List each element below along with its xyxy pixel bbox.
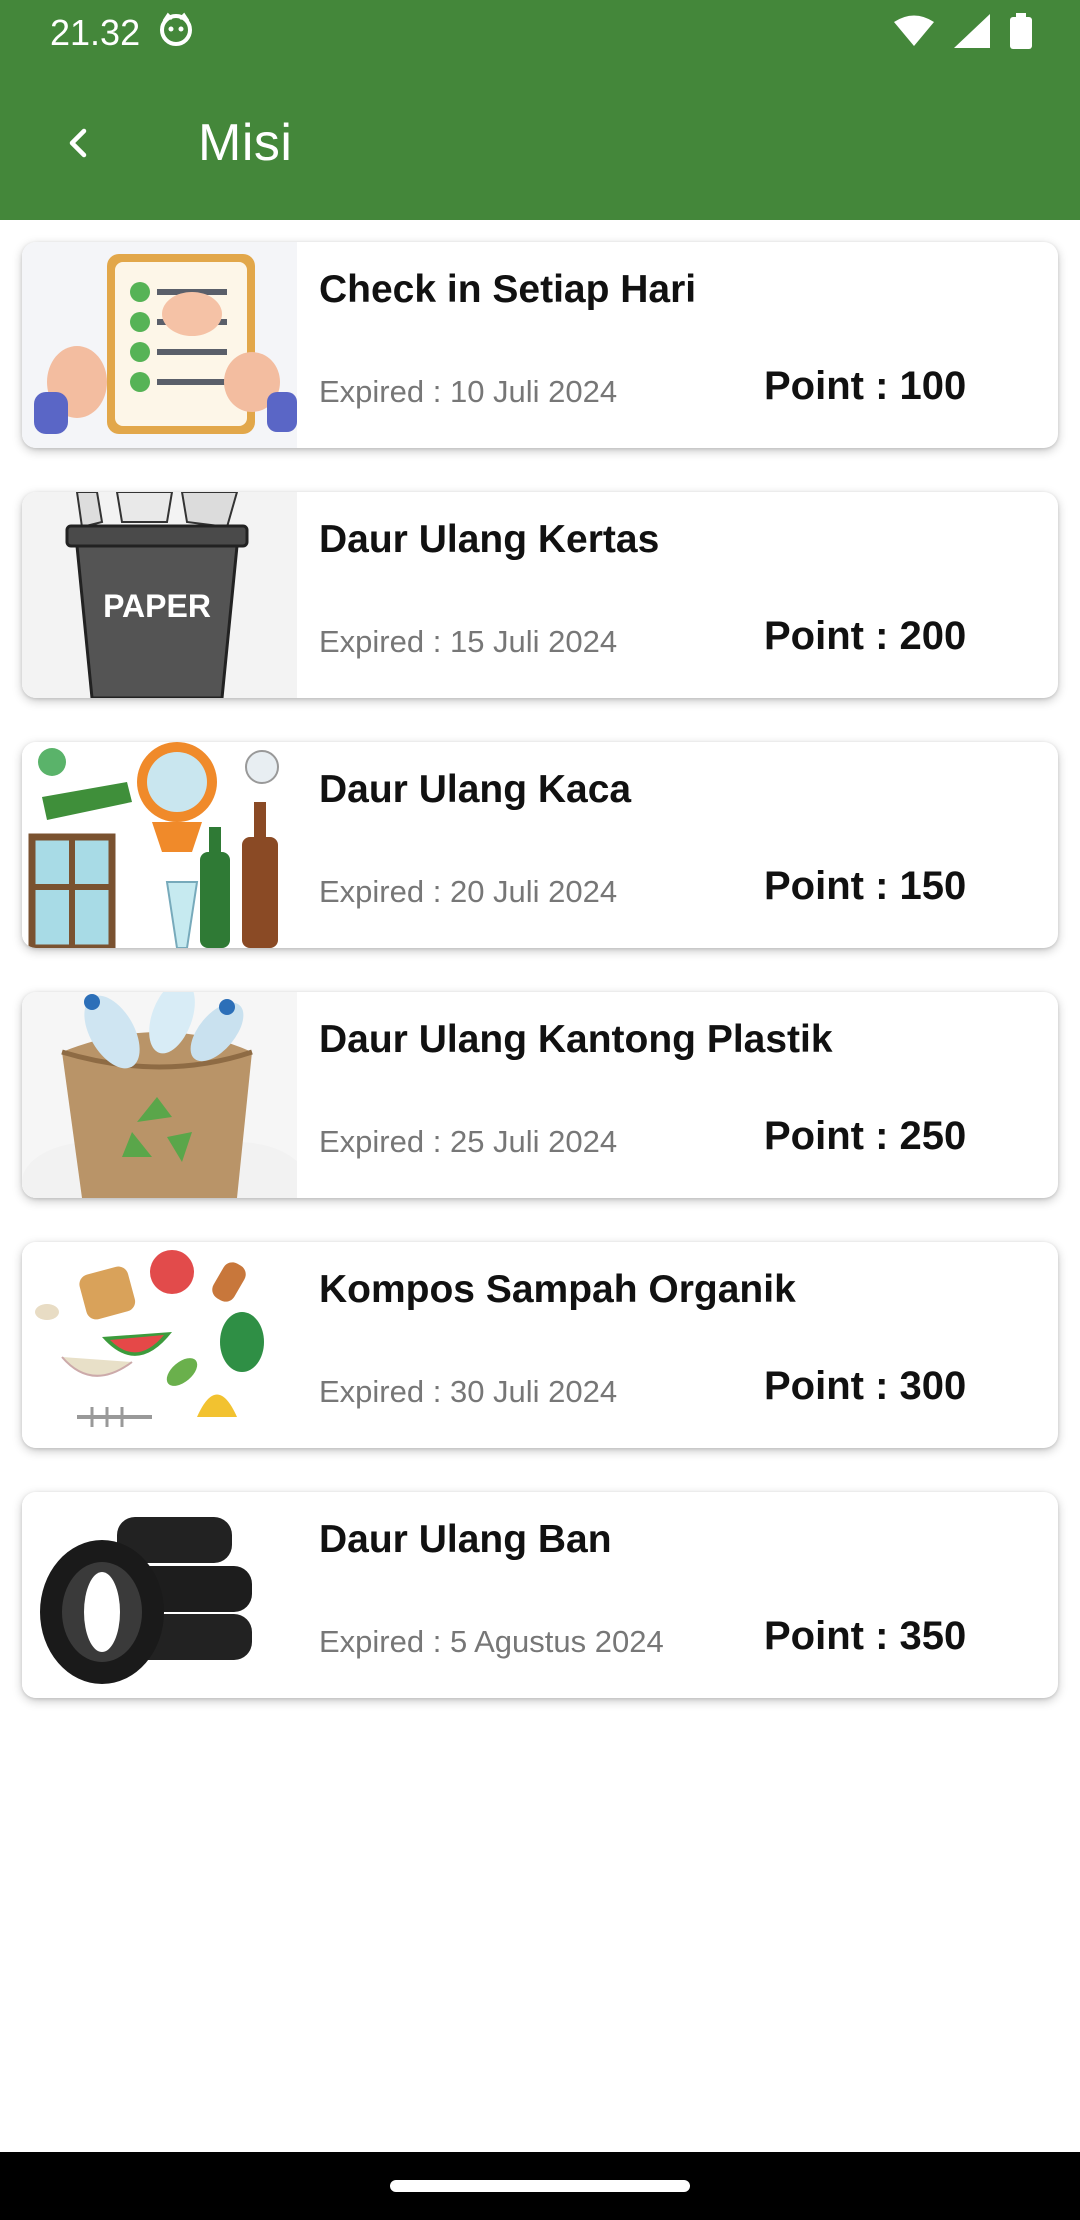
back-button[interactable]: [38, 103, 118, 183]
mission-card-glass[interactable]: Daur Ulang Kaca Expired : 20 Juli 2024 P…: [22, 742, 1058, 948]
paper-bin-image: PAPER: [22, 492, 297, 698]
checklist-clipboard-image: [22, 242, 297, 448]
mission-points: Point : 250: [764, 1114, 967, 1158]
organic-waste-image: [22, 1242, 297, 1448]
battery-icon: [1010, 12, 1032, 54]
wifi-icon: [894, 15, 934, 52]
mission-expiry: Expired : 15 Juli 2024: [319, 624, 618, 659]
mission-card-compost[interactable]: Kompos Sampah Organik Expired : 30 Juli …: [22, 1242, 1058, 1448]
mission-points: Point : 200: [764, 614, 967, 658]
mission-card-plastic[interactable]: Daur Ulang Kantong Plastik Expired : 25 …: [22, 992, 1058, 1198]
mission-expiry: Expired : 30 Juli 2024: [319, 1374, 618, 1409]
mission-title: Daur Ulang Kantong Plastik: [319, 1018, 833, 1061]
mission-title: Kompos Sampah Organik: [319, 1268, 796, 1311]
system-nav-bar: [0, 2152, 1080, 2220]
tires-stack-image: [22, 1492, 297, 1698]
signal-icon: [954, 13, 990, 53]
mission-expiry: Expired : 5 Agustus 2024: [319, 1624, 664, 1659]
mission-expiry: Expired : 20 Juli 2024: [319, 874, 618, 909]
cat-face-notification-icon: [158, 11, 194, 56]
page-title: Misi: [198, 114, 293, 172]
mission-points: Point : 300: [764, 1364, 967, 1408]
mission-title: Daur Ulang Kaca: [319, 768, 632, 811]
paper-bin-label: PAPER: [103, 588, 211, 624]
mission-points: Point : 100: [764, 364, 967, 408]
glass-items-image: [22, 742, 297, 948]
mission-expiry: Expired : 10 Juli 2024: [319, 374, 618, 409]
mission-expiry: Expired : 25 Juli 2024: [319, 1124, 618, 1159]
mission-card-paper[interactable]: PAPER Daur Ulang Kertas Expired : 15 Jul…: [22, 492, 1058, 698]
mission-title: Check in Setiap Hari: [319, 268, 697, 311]
mission-title: Daur Ulang Ban: [319, 1518, 612, 1561]
mission-list: Check in Setiap Hari Expired : 10 Juli 2…: [0, 220, 1080, 2152]
status-bar: 21.32: [0, 0, 1080, 66]
plastic-bottles-sack-image: [22, 992, 297, 1198]
mission-title: Daur Ulang Kertas: [319, 518, 660, 561]
app-bar: Misi: [0, 66, 1080, 220]
chevron-left-icon: [69, 128, 87, 158]
mission-card-tires[interactable]: Daur Ulang Ban Expired : 5 Agustus 2024 …: [22, 1492, 1058, 1698]
status-time: 21.32: [50, 12, 141, 53]
mission-card-check-in[interactable]: Check in Setiap Hari Expired : 10 Juli 2…: [22, 242, 1058, 448]
mission-points: Point : 150: [764, 864, 967, 908]
mission-points: Point : 350: [764, 1614, 967, 1658]
home-indicator[interactable]: [390, 2180, 690, 2192]
